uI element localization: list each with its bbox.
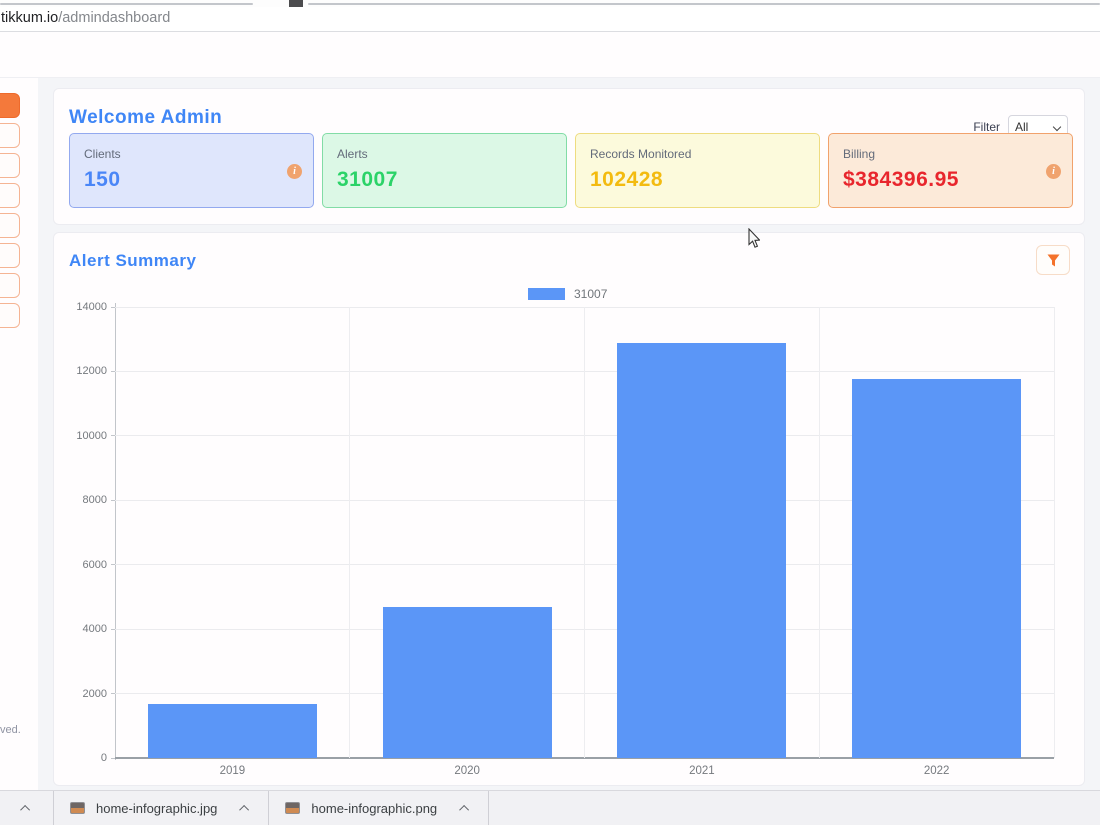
x-tick-label: 2021 (642, 765, 762, 777)
sidebar (0, 78, 38, 790)
x-tick-label: 2022 (877, 765, 997, 777)
info-icon[interactable]: i (287, 164, 302, 179)
sidebar-item-6[interactable] (0, 243, 20, 268)
image-file-icon (70, 802, 85, 814)
stat-card-value: 102428 (590, 168, 805, 192)
x-tick-label: 2020 (407, 765, 527, 777)
y-tick-mark (111, 307, 115, 308)
sidebar-item-8[interactable] (0, 303, 20, 328)
stat-card-alerts: Alerts 31007 (322, 133, 567, 208)
tab-edge-line (0, 3, 253, 5)
downloads-collapse-button[interactable] (0, 791, 54, 825)
chevron-up-icon (459, 804, 469, 814)
y-tick-label: 0 (55, 752, 107, 764)
stat-card-label: Clients (84, 147, 299, 161)
sidebar-footer-text: ved. (0, 724, 21, 736)
chevron-up-icon (239, 804, 249, 814)
stat-cards-row: Clients150iAlerts31007Records Monitored1… (69, 133, 1073, 208)
y-tick-mark (111, 500, 115, 501)
download-item-2[interactable]: home-infographic.png (269, 791, 489, 825)
stat-card-clients: Clients 150i (69, 133, 314, 208)
bar-chart: 0200040006000800010000120001400020192020… (115, 307, 1054, 758)
y-tick-mark (111, 693, 115, 694)
filter-label: Filter (973, 120, 1000, 134)
page-background: ved. Welcome Admin Filter All Clients 150… (0, 78, 1100, 790)
info-icon[interactable]: i (1046, 164, 1061, 179)
y-tick-label: 14000 (55, 301, 107, 313)
chevron-up-icon (20, 804, 30, 814)
sidebar-item-2[interactable] (0, 123, 20, 148)
app-header: RECONNECT (0, 32, 1100, 78)
alert-summary-title: Alert Summary (69, 251, 196, 271)
y-tick-label: 2000 (55, 688, 107, 700)
sidebar-item-4[interactable] (0, 183, 20, 208)
y-tick-mark (111, 564, 115, 565)
stat-card-value: 31007 (337, 168, 552, 192)
sidebar-item-1[interactable] (0, 93, 20, 118)
y-tick-mark (111, 435, 115, 436)
y-tick-label: 6000 (55, 559, 107, 571)
image-file-icon (285, 802, 300, 814)
v-gridline (1054, 307, 1055, 758)
stat-card-label: Billing (843, 147, 1058, 161)
stat-card-label: Alerts (337, 147, 552, 161)
welcome-title: Welcome Admin (69, 107, 222, 129)
stat-card-billing: Billing $384396.95i (828, 133, 1073, 208)
tab-edge-line (308, 3, 1100, 5)
legend-label: 31007 (574, 287, 607, 301)
download-item-menu-button[interactable] (456, 799, 474, 817)
browser-tab-fragment[interactable] (289, 0, 303, 7)
v-gridline (349, 307, 350, 758)
download-filename: home-infographic.png (311, 801, 437, 816)
download-item-1[interactable]: home-infographic.jpg (54, 791, 269, 825)
y-tick-label: 4000 (55, 623, 107, 635)
bar-2022[interactable] (852, 379, 1021, 758)
legend-swatch (528, 288, 565, 300)
y-tick-label: 12000 (55, 365, 107, 377)
stat-card-value: 150 (84, 168, 299, 192)
bar-2021[interactable] (617, 343, 786, 758)
url-host: tikkum.io (1, 10, 58, 26)
y-tick-mark (111, 629, 115, 630)
y-tick-mark (111, 758, 115, 759)
sidebar-item-7[interactable] (0, 273, 20, 298)
y-tick-label: 10000 (55, 430, 107, 442)
chart-legend: 31007 (528, 287, 607, 301)
download-filename: home-infographic.jpg (96, 801, 217, 816)
v-gridline (584, 307, 585, 758)
funnel-icon (1047, 254, 1060, 267)
downloads-bar: home-infographic.jpg home-infographic.png (0, 790, 1100, 825)
browser-url-bar[interactable]: tikkum.io/admindashboard (0, 7, 1100, 32)
stat-card-label: Records Monitored (590, 147, 805, 161)
y-tick-label: 8000 (55, 494, 107, 506)
sidebar-item-3[interactable] (0, 153, 20, 178)
url-path: /admindashboard (58, 10, 170, 26)
welcome-section: Welcome Admin Filter All Clients150iAler… (53, 88, 1085, 225)
download-item-menu-button[interactable] (236, 799, 254, 817)
chevron-down-icon (1053, 123, 1061, 131)
chart-filter-button[interactable] (1036, 245, 1070, 275)
sidebar-item-5[interactable] (0, 213, 20, 238)
bar-2019[interactable] (148, 704, 317, 758)
x-tick-label: 2019 (172, 765, 292, 777)
v-gridline (819, 307, 820, 758)
alert-summary-section: Alert Summary 31007 02000400060008000100… (53, 232, 1085, 786)
filter-selected-value: All (1015, 120, 1028, 134)
browser-tab-strip (0, 0, 1100, 7)
bar-2020[interactable] (383, 607, 552, 758)
y-tick-mark (111, 371, 115, 372)
stat-card-records-monitored: Records Monitored 102428 (575, 133, 820, 208)
stat-card-value: $384396.95 (843, 168, 1058, 192)
